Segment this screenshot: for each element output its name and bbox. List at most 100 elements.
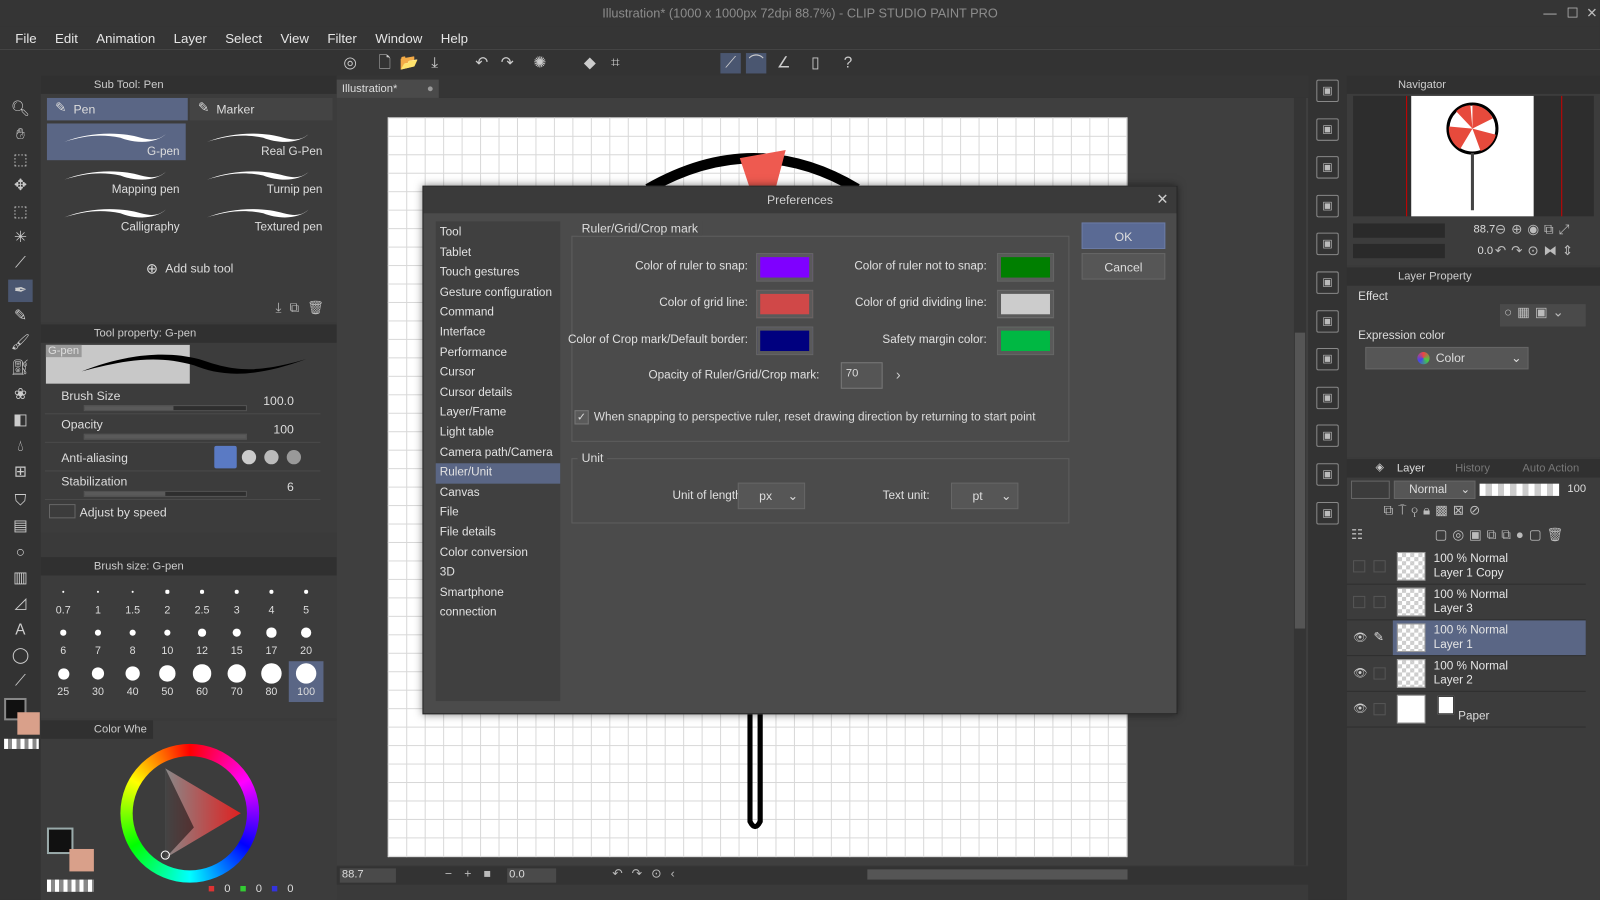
edit-toggle[interactable]	[1373, 560, 1386, 573]
expression-color-select[interactable]: Color ⌄	[1365, 346, 1529, 370]
menu-window[interactable]: Window	[366, 30, 432, 45]
opacity-slider[interactable]	[83, 433, 247, 440]
zoom-buttons[interactable]: −+■	[445, 866, 503, 880]
aa-strong-button[interactable]	[286, 449, 302, 465]
hand-tool-icon[interactable]: ✋︎	[8, 123, 32, 145]
menu-filter[interactable]: Filter	[318, 30, 366, 45]
brush-item[interactable]: Calligraphy	[47, 199, 186, 236]
navigator-zoom-value[interactable]: 88.7	[1473, 223, 1495, 235]
category-item[interactable]: Ruler/Unit	[435, 463, 561, 484]
clip-studio-icon[interactable]: ◎	[340, 53, 360, 73]
brush-item[interactable]: Mapping pen	[47, 161, 186, 198]
material5-panel-icon[interactable]: ▣	[1316, 348, 1339, 371]
eye-icon[interactable]: 👁︎	[1353, 702, 1367, 715]
aa-none-button[interactable]	[214, 445, 237, 469]
brush-item[interactable]: Turnip pen	[190, 161, 329, 198]
layer-menu-icon[interactable]: ☷	[1351, 527, 1363, 543]
brush-size-preset[interactable]: 7	[81, 620, 116, 661]
undo-icon[interactable]: ↶	[471, 53, 491, 73]
snap-grid-icon[interactable]: ∠	[773, 53, 793, 73]
brush-size-preset[interactable]: 40	[115, 661, 150, 702]
brush-item[interactable]: Textured pen	[190, 199, 329, 236]
brush-size-preset[interactable]: 30	[81, 661, 116, 702]
brush-size-preset[interactable]: 100	[288, 661, 324, 703]
layer-row-paper[interactable]: 👁︎ Paper	[1346, 692, 1586, 728]
minimize-button[interactable]: —	[1539, 0, 1561, 27]
brush-size-preset[interactable]: 5	[289, 580, 324, 621]
edit-toggle[interactable]	[1373, 667, 1386, 680]
zoom-field[interactable]: 88.7	[339, 868, 396, 883]
layer-opacity-slider[interactable]	[1479, 483, 1560, 496]
brush-size-preset[interactable]: 70	[219, 661, 254, 702]
category-item[interactable]: Cursor details	[436, 383, 560, 403]
layer-opacity-value[interactable]: 100	[1567, 483, 1586, 495]
navigator-zoom-buttons[interactable]: ⊖⊕◉⧉⤢	[1495, 221, 1574, 237]
add-sub-tool-button[interactable]: Add sub tool	[165, 261, 233, 275]
brush-size-slider[interactable]	[83, 405, 247, 412]
menu-view[interactable]: View	[271, 30, 318, 45]
color-setting-swatch[interactable]	[756, 326, 814, 356]
selection-tool-icon[interactable]: ⬚	[8, 201, 32, 223]
brush-item[interactable]: Real G-Pen	[190, 123, 329, 160]
stabilization-slider[interactable]	[83, 490, 247, 497]
tab-pen[interactable]: Pen	[46, 97, 188, 121]
auto-select-icon[interactable]: ✳	[8, 227, 32, 249]
tab-history[interactable]: History	[1455, 462, 1490, 474]
color-setting-swatch[interactable]	[996, 289, 1055, 319]
edit-toggle[interactable]	[1373, 703, 1386, 716]
color-setting-swatch[interactable]	[756, 289, 814, 319]
saturation-triangle[interactable]	[133, 756, 247, 870]
brush-size-preset[interactable]: 80	[254, 661, 289, 702]
menu-file[interactable]: File	[6, 30, 46, 45]
menu-animation[interactable]: Animation	[87, 30, 164, 45]
color-setting-swatch[interactable]	[996, 253, 1055, 282]
zoom-tool-icon[interactable]: 🔍︎	[8, 98, 32, 120]
navigator-zoom-slider[interactable]	[1353, 223, 1445, 238]
category-item[interactable]: Command	[436, 303, 560, 323]
sub-tool-actions[interactable]: ⤓⧉🗑︎	[276, 300, 333, 316]
sub-color-swatch[interactable]	[17, 712, 40, 735]
material9-panel-icon[interactable]: ▣	[1316, 501, 1339, 525]
gradient-icon[interactable]: ▤	[8, 515, 32, 537]
edit-toggle[interactable]	[1373, 595, 1386, 609]
tab-illustration[interactable]: Illustration* ●	[336, 79, 439, 98]
category-item[interactable]: Color conversion	[436, 543, 560, 563]
perspective-reset-checkbox[interactable]: ✓	[574, 410, 589, 425]
effect-buttons[interactable]: ○▦▣⌄	[1499, 304, 1586, 327]
brush-size-preset[interactable]: 1	[81, 580, 116, 621]
layer-row[interactable]: 👁︎ 100 % Normal Layer 2	[1346, 656, 1586, 692]
category-item[interactable]: Layer/Frame	[436, 403, 560, 423]
brush-size-preset[interactable]: 0.7	[46, 580, 81, 621]
new-file-icon[interactable]: 🗋	[374, 53, 394, 73]
brush-size-preset[interactable]: 1.5	[115, 580, 150, 621]
material3-panel-icon[interactable]: ▣	[1316, 271, 1339, 294]
help-icon[interactable]: ?	[838, 53, 858, 73]
brush-tool-icon[interactable]: 🖌︎	[8, 332, 32, 354]
eye-icon[interactable]: 👁︎	[1353, 666, 1367, 679]
brush-size-preset[interactable]: 17	[254, 620, 289, 661]
opacity-row[interactable]: Opacity 100	[44, 414, 321, 443]
redo-icon[interactable]: ↷	[497, 53, 517, 73]
eraser-icon[interactable]: ◧	[8, 409, 32, 431]
stabilization-value[interactable]: 6	[287, 480, 294, 494]
navigator-angle-value[interactable]: 0.0	[1478, 245, 1494, 257]
material2-panel-icon[interactable]: ▣	[1316, 233, 1339, 256]
transform-icon[interactable]: ⌗	[605, 53, 625, 73]
open-file-icon[interactable]: 📂	[399, 53, 419, 73]
color-setting-swatch[interactable]	[756, 253, 814, 282]
navigator-tab[interactable]: Navigator	[1346, 75, 1600, 94]
snap-special-ruler-icon[interactable]: ⌒	[745, 53, 767, 74]
color-setting-swatch[interactable]	[996, 326, 1055, 356]
menu-select[interactable]: Select	[216, 30, 271, 45]
brush-item[interactable]: G-pen	[46, 123, 186, 161]
category-item[interactable]: Camera path/Camera	[436, 443, 560, 463]
category-item[interactable]: File details	[436, 523, 560, 543]
vertical-scrollbar[interactable]	[1293, 97, 1307, 866]
correct-line-icon[interactable]: ⟋	[8, 670, 32, 692]
brush-size-preset[interactable]: 12	[185, 620, 220, 661]
ruler-icon[interactable]: ◿	[8, 593, 32, 615]
clear-selection-icon[interactable]: ✺	[530, 53, 550, 73]
category-item[interactable]: 3D	[436, 563, 560, 583]
category-item[interactable]: Interface	[436, 323, 560, 343]
layer-create-buttons[interactable]: ▢◎▣⧉⧉●▢🗑︎	[1435, 527, 1569, 543]
